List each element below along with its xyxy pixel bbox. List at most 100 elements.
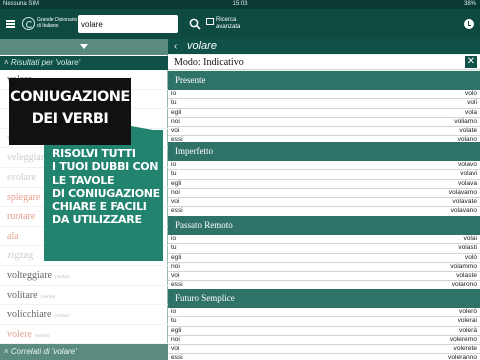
search-input[interactable] (81, 18, 175, 30)
conjugation-pane: ‹ volare Modo: Indicativo ✕ Presente io v… (168, 39, 480, 360)
pronoun: io (171, 235, 177, 242)
pronoun: tu (171, 244, 177, 252)
related-header-label: Correlati di 'volare' (10, 347, 77, 356)
conjugation-row: tu volerai (168, 317, 480, 327)
verb-form: voliamo (454, 117, 477, 125)
tense-section: Futuro Semplice io volerò tu volerai egli v… (168, 289, 480, 360)
mode-label: Modo: Indicativo (174, 57, 244, 68)
promo-body-line: DI CONIUGAZIONE (52, 186, 160, 200)
word-label: volitare (7, 289, 38, 301)
expand-icon: ˄ (4, 347, 11, 356)
pronoun: noi (171, 117, 180, 125)
advanced-search-icon (206, 18, 214, 25)
verb-form: volasti (458, 244, 477, 252)
verb-form: volate (459, 127, 477, 135)
promo-body-line: RISOLVI TUTTI (52, 147, 136, 160)
conjugation-row: io volavo (168, 161, 480, 171)
brand-line-2: di Italiano (37, 23, 59, 29)
advanced-label-line-2: avanzata (216, 23, 241, 30)
pronoun: noi (171, 262, 180, 270)
related-header[interactable]: ˄ Correlati di 'volare' (0, 344, 168, 360)
word-label: svolare (7, 171, 36, 183)
pos-label: (verbo) (54, 314, 70, 320)
tense-header: Presente (168, 71, 480, 90)
verb-title: volare (187, 40, 217, 52)
tense-section: Passato Remoto io volai tu volasti egli vol… (168, 216, 480, 291)
pronoun: voi (171, 127, 180, 135)
conjugation-row: noi voleremo (168, 335, 480, 346)
pronoun: tu (171, 170, 177, 178)
verb-form: vola (464, 108, 477, 116)
verb-form: volerete (453, 345, 477, 353)
list-item[interactable]: volitare (verbo) (0, 286, 168, 306)
conjugation-row: noi voliamo (168, 117, 480, 128)
close-button[interactable]: ✕ (465, 56, 477, 68)
mode-bar: Modo: Indicativo ✕ (168, 55, 480, 70)
conjugation-row: egli vola (168, 108, 480, 118)
pronoun: voi (171, 272, 180, 280)
conjugation-row: egli volerà (168, 326, 480, 336)
pos-label: (verbo) (40, 294, 56, 300)
verb-form: volammo (450, 262, 477, 270)
verb-form: volavo (457, 161, 477, 168)
promo-title-panel[interactable]: CONIUGAZIONE DEI VERBI (9, 78, 131, 145)
pos-label: (verbo) (54, 274, 70, 280)
word-label: ala (7, 230, 19, 242)
hamburger-menu-icon[interactable] (6, 20, 15, 28)
list-item[interactable]: volteggiare (verbo) (0, 266, 168, 286)
pronoun: voi (171, 198, 180, 206)
pronoun: noi (171, 188, 180, 196)
pronoun: noi (171, 335, 180, 343)
search-icon[interactable] (189, 18, 201, 30)
pronoun: egli (171, 253, 182, 261)
list-item[interactable]: volicchiare (verbo) (0, 305, 168, 325)
conjugation-row: io volai (168, 235, 480, 245)
battery-label: 38% (463, 1, 476, 7)
back-chevron-icon[interactable]: ‹ (174, 42, 177, 52)
promo-body-line: LE TAVOLE (52, 173, 115, 187)
search-box[interactable] (78, 15, 178, 33)
verb-form: volavate (452, 198, 477, 206)
conjugation-row: voi volavate (168, 198, 480, 208)
promo-body-line: DA UTILIZZARE (52, 213, 142, 227)
verb-form: volo (464, 90, 477, 97)
advanced-search-button[interactable]: Ricerca avanzata (206, 17, 246, 33)
filter-toggle-bar[interactable] (0, 39, 168, 55)
tense-header: Imperfetto (168, 142, 480, 161)
history-clock-icon[interactable] (464, 19, 474, 29)
conjugation-row: voi volerete (168, 345, 480, 355)
verb-header: ‹ volare (168, 39, 480, 54)
results-header[interactable]: ˄ Risultati per 'volare' (0, 56, 168, 70)
word-label: zigzag (7, 250, 34, 262)
pronoun: egli (171, 108, 182, 116)
brand-title: Grande Dizionario di Italiano (37, 17, 77, 29)
conjugation-row: tu volasti (168, 244, 480, 254)
word-label: volteggiare (7, 269, 52, 281)
filter-icon[interactable] (80, 44, 88, 49)
word-label: volere (7, 328, 32, 340)
conjugation-row: noi volammo (168, 262, 480, 273)
promo-title-line-2: DEI VERBI (31, 111, 109, 127)
verb-form: volavamo (448, 188, 477, 196)
verb-form: volerai (457, 317, 477, 325)
pronoun: egli (171, 179, 182, 187)
conjugation-row: noi volavamo (168, 188, 480, 199)
word-label: spiegare (7, 191, 41, 203)
conjugation-row: egli volò (168, 253, 480, 263)
conjugation-row: voi volaste (168, 272, 480, 282)
verb-form: volerò (459, 308, 477, 315)
pronoun: tu (171, 317, 177, 325)
verb-form: voleremo (449, 335, 477, 343)
promo-body-line: I TUOI DUBBI CON (52, 160, 159, 174)
results-header-label: Risultati per 'volare' (10, 58, 81, 67)
promo-body-panel[interactable]: RISOLVI TUTTI I TUOI DUBBI CON LE TAVOLE… (44, 130, 163, 261)
list-item[interactable]: volere (verbo) (0, 325, 168, 345)
verb-form: volavi (460, 170, 477, 178)
tense-section: Presente io volo tu voli egli vola noi volia… (168, 71, 480, 146)
verb-form: volaste (456, 272, 477, 280)
conjugation-row: essi voleranno (168, 354, 480, 360)
app-logo-icon (22, 17, 35, 30)
pronoun: egli (171, 326, 182, 334)
tense-header: Passato Remoto (168, 216, 480, 235)
conjugation-row: io volo (168, 90, 480, 100)
